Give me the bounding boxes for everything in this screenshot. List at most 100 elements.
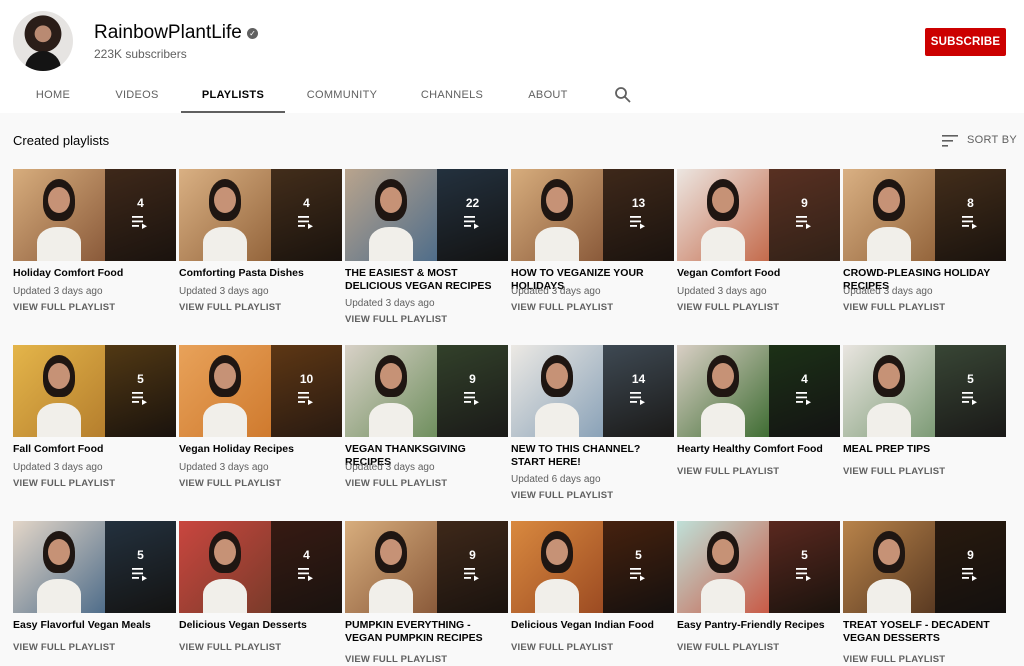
playlist-thumbnail[interactable]: 4 <box>179 521 342 613</box>
playlist-card[interactable]: 8 CROWD-PLEASING HOLIDAY RECIPES Updated 3… <box>843 169 1006 319</box>
playlist-thumbnail[interactable]: 9 <box>345 521 508 613</box>
video-count: 5 <box>635 548 642 562</box>
playlist-card[interactable]: 14 NEW TO THIS CHANNEL? START HERE! Update… <box>511 345 674 501</box>
playlist-icon <box>630 392 645 405</box>
channel-avatar[interactable] <box>13 11 73 71</box>
playlist-card[interactable]: 5 MEAL PREP TIPS VIEW FULL PLAYLIST <box>843 345 1006 495</box>
playlist-card[interactable]: 5 Delicious Vegan Indian Food VIEW FULL PL… <box>511 521 674 666</box>
playlist-thumbnail[interactable]: 8 <box>843 169 1006 261</box>
playlist-thumbnail[interactable]: 9 <box>843 521 1006 613</box>
playlist-icon <box>630 216 645 229</box>
playlist-card[interactable]: 22 THE EASIEST & MOST DELICIOUS VEGAN REC… <box>345 169 508 325</box>
playlist-thumbnail[interactable]: 5 <box>511 521 674 613</box>
channel-header: RainbowPlantLife ✓ 223K subscribers SUBS… <box>0 0 1024 113</box>
view-full-playlist-link[interactable]: VIEW FULL PLAYLIST <box>13 642 115 653</box>
playlist-updated: Updated 3 days ago <box>677 286 767 297</box>
playlist-thumbnail[interactable]: 5 <box>843 345 1006 437</box>
view-full-playlist-link[interactable]: VIEW FULL PLAYLIST <box>677 302 779 313</box>
playlist-updated: Updated 3 days ago <box>345 462 435 473</box>
view-full-playlist-link[interactable]: VIEW FULL PLAYLIST <box>843 302 945 313</box>
playlist-card[interactable]: 5 Easy Pantry-Friendly Recipes VIEW FULL P… <box>677 521 840 666</box>
view-full-playlist-link[interactable]: VIEW FULL PLAYLIST <box>345 654 447 665</box>
playlist-title[interactable]: THE EASIEST & MOST DELICIOUS VEGAN RECIP… <box>345 267 508 292</box>
view-full-playlist-link[interactable]: VIEW FULL PLAYLIST <box>843 654 945 665</box>
playlist-card[interactable]: 4 Delicious Vegan Desserts VIEW FULL PLAYL… <box>179 521 342 666</box>
playlist-card[interactable]: 5 Easy Flavorful Vegan Meals VIEW FULL PLA… <box>13 521 176 666</box>
view-full-playlist-link[interactable]: VIEW FULL PLAYLIST <box>511 642 613 653</box>
view-full-playlist-link[interactable]: VIEW FULL PLAYLIST <box>345 314 447 325</box>
subscriber-count: 223K subscribers <box>94 47 187 61</box>
playlist-thumbnail[interactable]: 5 <box>677 521 840 613</box>
playlist-title[interactable]: Easy Pantry-Friendly Recipes <box>677 619 840 632</box>
playlist-card[interactable]: 10 Vegan Holiday Recipes Updated 3 days ag… <box>179 345 342 495</box>
sort-label: SORT BY <box>967 134 1017 146</box>
tab-videos[interactable]: VIDEOS <box>104 78 170 113</box>
playlist-thumbnail[interactable]: 9 <box>345 345 508 437</box>
view-full-playlist-link[interactable]: VIEW FULL PLAYLIST <box>345 478 447 489</box>
tab-playlists[interactable]: PLAYLISTS <box>181 78 285 113</box>
playlist-card[interactable]: 13 HOW TO VEGANIZE YOUR HOLIDAYS Updated 3… <box>511 169 674 319</box>
view-full-playlist-link[interactable]: VIEW FULL PLAYLIST <box>179 478 281 489</box>
playlist-title[interactable]: Easy Flavorful Vegan Meals <box>13 619 176 632</box>
view-full-playlist-link[interactable]: VIEW FULL PLAYLIST <box>511 490 613 501</box>
playlist-title[interactable]: TREAT YOSELF - DECADENT VEGAN DESSERTS <box>843 619 1006 644</box>
playlist-thumbnail[interactable]: 13 <box>511 169 674 261</box>
tab-about[interactable]: ABOUT <box>518 78 578 113</box>
playlist-title[interactable]: Fall Comfort Food <box>13 443 176 456</box>
view-full-playlist-link[interactable]: VIEW FULL PLAYLIST <box>677 466 779 477</box>
playlist-title[interactable]: Hearty Healthy Comfort Food <box>677 443 840 456</box>
playlist-thumbnail[interactable]: 10 <box>179 345 342 437</box>
video-count: 14 <box>631 372 646 386</box>
playlist-thumbnail[interactable]: 9 <box>677 169 840 261</box>
playlist-card[interactable]: 9 VEGAN THANKSGIVING RECIPES Updated 3 day… <box>345 345 508 495</box>
video-count: 5 <box>137 548 144 562</box>
playlist-title[interactable]: Delicious Vegan Desserts <box>179 619 342 632</box>
playlist-title[interactable]: MEAL PREP TIPS <box>843 443 1006 456</box>
playlist-thumbnail[interactable]: 14 <box>511 345 674 437</box>
playlist-title[interactable]: Comforting Pasta Dishes <box>179 267 342 280</box>
playlist-card[interactable]: 5 Fall Comfort Food Updated 3 days ago VIEW… <box>13 345 176 495</box>
view-full-playlist-link[interactable]: VIEW FULL PLAYLIST <box>179 302 281 313</box>
playlist-title[interactable]: Delicious Vegan Indian Food <box>511 619 674 632</box>
playlist-icon <box>796 216 811 229</box>
playlist-thumbnail[interactable]: 5 <box>13 345 176 437</box>
playlist-thumbnail[interactable]: 4 <box>179 169 342 261</box>
playlist-updated: Updated 3 days ago <box>179 462 269 473</box>
playlist-card[interactable]: 9 Vegan Comfort Food Updated 3 days ago VIE… <box>677 169 840 319</box>
tab-community[interactable]: COMMUNITY <box>298 78 386 113</box>
playlist-card[interactable]: 4 Hearty Healthy Comfort Food VIEW FULL PL… <box>677 345 840 495</box>
playlist-card[interactable]: 9 TREAT YOSELF - DECADENT VEGAN DESSERTS V… <box>843 521 1006 666</box>
tab-home[interactable]: HOME <box>24 78 82 113</box>
view-full-playlist-link[interactable]: VIEW FULL PLAYLIST <box>13 478 115 489</box>
playlist-card[interactable]: 4 Holiday Comfort Food Updated 3 days ago V… <box>13 169 176 319</box>
playlist-icon <box>796 392 811 405</box>
channel-name[interactable]: RainbowPlantLife <box>94 22 242 44</box>
playlist-card[interactable]: 4 Comforting Pasta Dishes Updated 3 days a… <box>179 169 342 319</box>
video-count: 13 <box>631 196 646 210</box>
tab-channels[interactable]: CHANNELS <box>412 78 492 113</box>
playlist-icon <box>464 392 479 405</box>
playlist-thumbnail[interactable]: 22 <box>345 169 508 261</box>
playlist-icon <box>464 568 479 581</box>
view-full-playlist-link[interactable]: VIEW FULL PLAYLIST <box>179 642 281 653</box>
playlist-title[interactable]: PUMPKIN EVERYTHING - VEGAN PUMPKIN RECIP… <box>345 619 508 644</box>
playlist-icon <box>464 216 479 229</box>
playlist-title[interactable]: Vegan Holiday Recipes <box>179 443 342 456</box>
video-count: 5 <box>137 372 144 386</box>
playlist-thumbnail[interactable]: 4 <box>677 345 840 437</box>
playlist-card[interactable]: 9 PUMPKIN EVERYTHING - VEGAN PUMPKIN RECI… <box>345 521 508 666</box>
video-count: 8 <box>967 196 974 210</box>
playlist-title[interactable]: Holiday Comfort Food <box>13 267 176 280</box>
search-icon[interactable] <box>614 86 632 104</box>
subscribe-button[interactable]: SUBSCRIBE <box>925 28 1006 56</box>
playlist-thumbnail[interactable]: 4 <box>13 169 176 261</box>
playlist-icon <box>630 568 645 581</box>
check-circle-icon: ✓ <box>247 28 258 39</box>
playlist-title[interactable]: Vegan Comfort Food <box>677 267 840 280</box>
playlist-thumbnail[interactable]: 5 <box>13 521 176 613</box>
playlist-title[interactable]: NEW TO THIS CHANNEL? START HERE! <box>511 443 674 468</box>
view-full-playlist-link[interactable]: VIEW FULL PLAYLIST <box>843 466 945 477</box>
view-full-playlist-link[interactable]: VIEW FULL PLAYLIST <box>677 642 779 653</box>
view-full-playlist-link[interactable]: VIEW FULL PLAYLIST <box>511 302 613 313</box>
view-full-playlist-link[interactable]: VIEW FULL PLAYLIST <box>13 302 115 313</box>
